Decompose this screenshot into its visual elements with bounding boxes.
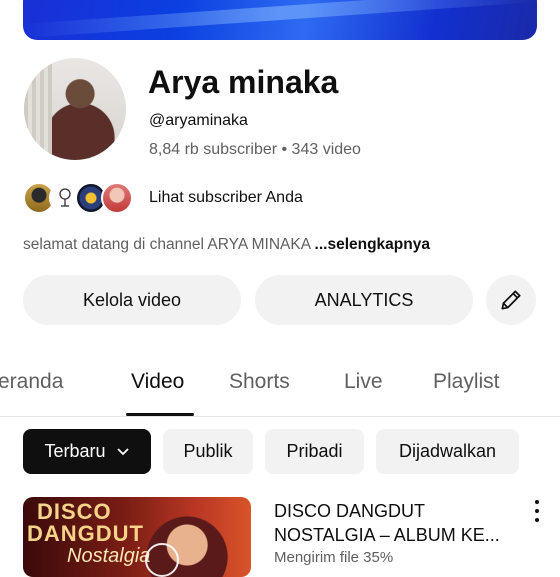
tab-shorts[interactable]: Shorts bbox=[229, 370, 290, 394]
edit-channel-button[interactable] bbox=[486, 275, 536, 325]
video-title-line: NOSTALGIA – ALBUM KE... bbox=[274, 525, 500, 545]
view-subscribers-row[interactable]: Lihat subscriber Anda bbox=[23, 180, 303, 216]
video-thumbnail[interactable]: DISCO DANGDUT Nostalgia bbox=[23, 497, 251, 577]
active-tab-indicator bbox=[126, 413, 194, 416]
video-title[interactable]: DISCO DANGDUT NOSTALGIA – ALBUM KE... bbox=[274, 499, 524, 547]
description-text: selamat datang di channel ARYA MINAKA bbox=[23, 236, 315, 253]
manage-videos-button[interactable]: Kelola video bbox=[23, 275, 241, 325]
tab-playlist[interactable]: Playlist bbox=[433, 370, 500, 394]
subscriber-avatar bbox=[101, 182, 133, 214]
channel-banner bbox=[23, 0, 537, 40]
dot bbox=[535, 518, 539, 522]
dot bbox=[535, 500, 539, 504]
tab-live[interactable]: Live bbox=[344, 370, 383, 394]
avatar-background bbox=[24, 58, 52, 160]
more-options-icon[interactable] bbox=[532, 500, 542, 522]
video-title-line: DISCO DANGDUT bbox=[274, 501, 426, 521]
channel-tabs: eranda Video Shorts Live Playlist bbox=[0, 360, 560, 417]
filter-dijadwalkan-chip[interactable]: Dijadwalkan bbox=[376, 429, 519, 474]
thumbnail-text: Nostalgia bbox=[67, 545, 151, 567]
upload-progress-icon bbox=[145, 543, 179, 577]
view-subscribers-link[interactable]: Lihat subscriber Anda bbox=[149, 189, 303, 207]
more-link[interactable]: ...selengkapnya bbox=[315, 236, 430, 253]
channel-description[interactable]: selamat datang di channel ARYA MINAKA ..… bbox=[23, 236, 430, 254]
filter-publik-chip[interactable]: Publik bbox=[163, 429, 253, 474]
tab-video[interactable]: Video bbox=[131, 370, 184, 394]
filter-terbaru-dropdown[interactable]: Terbaru bbox=[23, 429, 151, 474]
chevron-down-icon bbox=[116, 447, 129, 455]
microphone-icon bbox=[59, 188, 71, 207]
channel-name: Arya minaka bbox=[148, 64, 339, 100]
channel-stats: 8,84 rb subscriber • 343 video bbox=[149, 141, 361, 158]
tab-beranda[interactable]: eranda bbox=[0, 370, 63, 394]
analytics-button[interactable]: ANALYTICS bbox=[255, 275, 473, 325]
filter-pribadi-chip[interactable]: Pribadi bbox=[265, 429, 364, 474]
dot bbox=[535, 509, 539, 513]
channel-avatar[interactable] bbox=[24, 58, 126, 160]
channel-handle: @aryaminaka bbox=[149, 112, 248, 129]
thumbnail-text: DANGDUT bbox=[27, 521, 144, 546]
filter-label: Terbaru bbox=[44, 441, 106, 461]
pencil-icon bbox=[501, 290, 521, 310]
upload-status: Mengirim file 35% bbox=[274, 549, 394, 566]
